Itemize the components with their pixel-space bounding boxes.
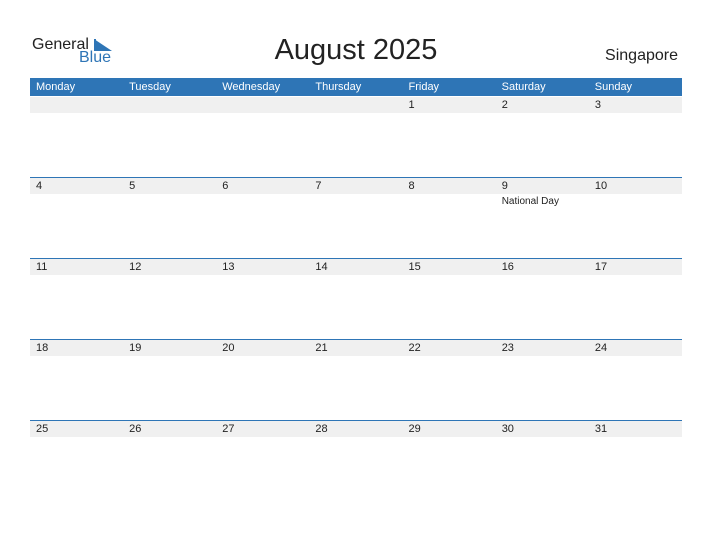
day-cell: 31 — [589, 421, 682, 501]
day-number: 22 — [408, 342, 421, 354]
day-number: 1 — [408, 99, 415, 111]
weekday-label: Friday — [408, 81, 440, 93]
day-number: 31 — [594, 423, 608, 435]
day-cell: 10 — [589, 178, 682, 258]
day-cell: 17 — [589, 259, 682, 339]
day-cell: 2 — [496, 97, 589, 177]
day-cell: 28 — [309, 421, 402, 501]
day-cell: 25 — [30, 421, 123, 501]
day-cell: 6 — [216, 178, 309, 258]
day-number: 15 — [408, 261, 421, 273]
day-cell: 1 — [403, 97, 496, 177]
day-cell: 5 — [123, 178, 216, 258]
day-number: 9 — [501, 180, 508, 192]
day-cell: 9 National Day — [496, 178, 589, 258]
day-number: 27 — [222, 423, 235, 435]
day-cell — [216, 97, 309, 177]
day-cell: 3 — [589, 97, 682, 177]
day-number: 30 — [501, 423, 514, 435]
day-cell: 13 — [216, 259, 309, 339]
day-number: 7 — [315, 180, 322, 192]
weekday-label: Sunday — [594, 81, 633, 93]
weekday-label: Wednesday — [222, 81, 281, 93]
day-cell: 8 — [403, 178, 496, 258]
day-cell: 21 — [309, 340, 402, 420]
day-cell: 30 — [496, 421, 589, 501]
day-cell: 18 — [30, 340, 123, 420]
day-cell: 20 — [216, 340, 309, 420]
day-cell: 4 — [30, 178, 123, 258]
day-cell: 23 — [496, 340, 589, 420]
day-number: 24 — [594, 342, 608, 354]
day-number: 29 — [408, 423, 421, 435]
day-number: 5 — [129, 180, 136, 192]
day-number: 8 — [408, 180, 415, 192]
day-number: 12 — [129, 261, 142, 273]
day-number: 28 — [315, 423, 328, 435]
day-cell: 16 — [496, 259, 589, 339]
day-cell: 24 — [589, 340, 682, 420]
day-number: 3 — [594, 99, 601, 111]
day-number: 16 — [501, 261, 514, 273]
weekday-header: Monday Tuesday Wednesday Thursday Friday… — [30, 78, 682, 96]
day-number: 26 — [129, 423, 142, 435]
weekday-label: Thursday — [315, 81, 362, 93]
weekday-label: Tuesday — [129, 81, 171, 93]
day-number: 11 — [36, 261, 48, 273]
day-cell: 27 — [216, 421, 309, 501]
day-number: 19 — [129, 342, 142, 354]
day-cell: 11 — [30, 259, 123, 339]
day-number: 17 — [594, 261, 608, 273]
day-cell: 22 — [403, 340, 496, 420]
day-cell: 26 — [123, 421, 216, 501]
day-number: 2 — [501, 99, 508, 111]
day-cell: 12 — [123, 259, 216, 339]
day-number: 21 — [315, 342, 328, 354]
day-number: 6 — [222, 180, 229, 192]
day-number: 20 — [222, 342, 235, 354]
day-cell — [123, 97, 216, 177]
day-cell: 14 — [309, 259, 402, 339]
day-cell: 19 — [123, 340, 216, 420]
day-cell: 29 — [403, 421, 496, 501]
day-cell: 15 — [403, 259, 496, 339]
day-number: 23 — [501, 342, 514, 354]
day-number: 25 — [36, 423, 49, 435]
country-label: Singapore — [605, 47, 678, 64]
holiday-label: National Day — [501, 196, 559, 207]
day-number: 14 — [315, 261, 328, 273]
day-cell — [30, 97, 123, 177]
day-cell — [309, 97, 402, 177]
day-number: 4 — [36, 180, 43, 192]
day-number: 13 — [222, 261, 235, 273]
day-number: 10 — [594, 180, 608, 192]
weekday-label: Saturday — [501, 81, 546, 93]
day-number: 18 — [36, 342, 49, 354]
day-cell: 7 — [309, 178, 402, 258]
weekday-label: Monday — [36, 81, 76, 93]
